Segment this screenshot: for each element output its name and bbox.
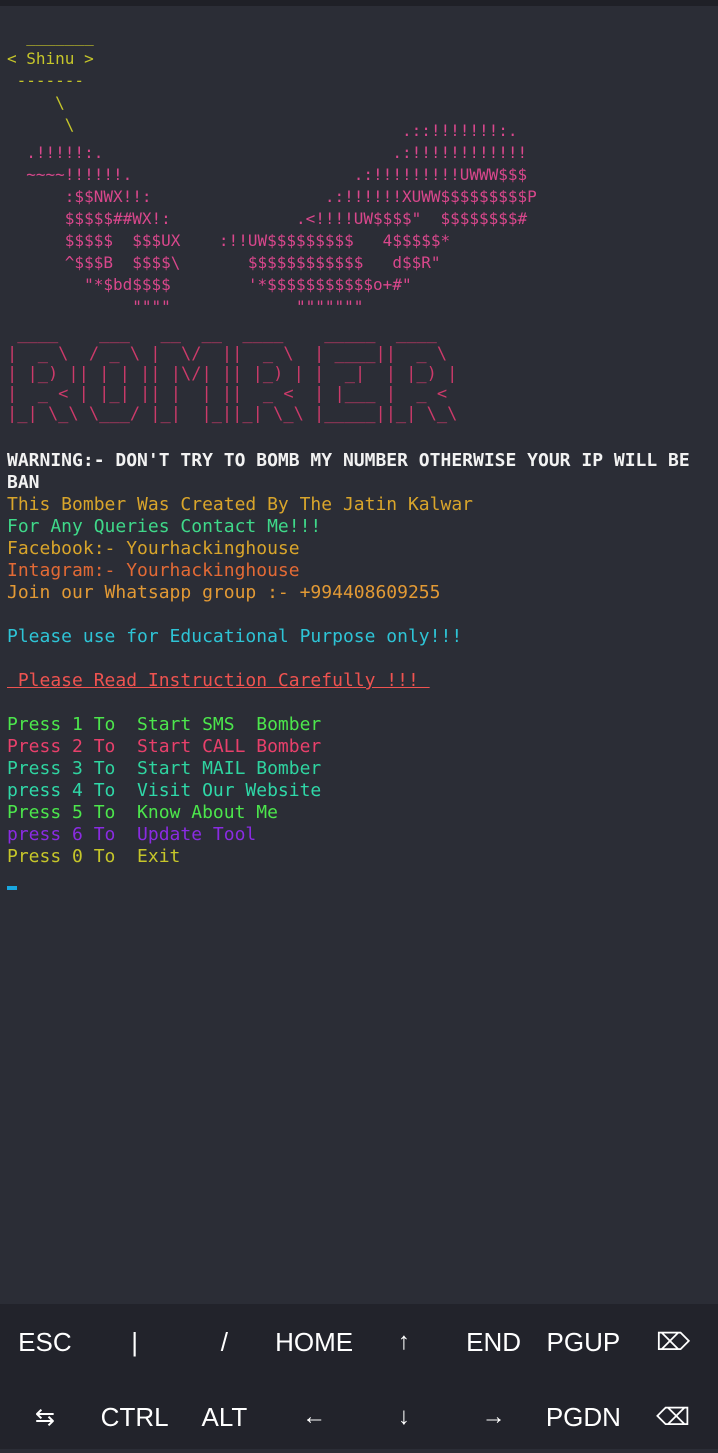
arrow-right-key[interactable]: → bbox=[449, 1381, 539, 1453]
ctrl-key[interactable]: CTRL bbox=[90, 1381, 180, 1453]
menu-option-exit: Press 0 To Exit bbox=[7, 846, 181, 867]
arrow-down-key[interactable]: ↓ bbox=[359, 1381, 449, 1453]
created-by-text: This Bomber Was Created By The Jatin Kal… bbox=[7, 494, 473, 515]
pgdn-key[interactable]: PGDN bbox=[539, 1381, 629, 1453]
terminal-output[interactable]: _______ < Shinu > ------- \ \ .::!!!!!!!… bbox=[0, 6, 718, 1304]
esc-key[interactable]: ESC bbox=[0, 1306, 90, 1378]
extra-keys-row-1: ESC | / HOME ↑ END PGUP ⌦ bbox=[0, 1306, 718, 1378]
menu-option-mail: Press 3 To Start MAIL Bomber bbox=[7, 758, 322, 779]
delete-forward-icon[interactable]: ⌦ bbox=[628, 1306, 718, 1378]
backspace-icon[interactable]: ⌫ bbox=[628, 1381, 718, 1453]
skull-ascii-art: .::!!!!!!!:. .!!!!!:. .:!!!!!!!!!!!! ~~~… bbox=[26, 121, 537, 316]
instruction-heading: Please Read Instruction Carefully !!! bbox=[7, 670, 430, 691]
warning-text: WARNING:- DON'T TRY TO BOMB MY NUMBER OT… bbox=[7, 450, 690, 493]
extra-keys-bar: ESC | / HOME ↑ END PGUP ⌦ ⇆ CTRL ALT ← ↓… bbox=[0, 1304, 718, 1449]
arrow-left-key[interactable]: ← bbox=[269, 1381, 359, 1453]
tab-key-icon[interactable]: ⇆ bbox=[0, 1381, 90, 1453]
queries-text: For Any Queries Contact Me!!! bbox=[7, 516, 322, 537]
slash-key[interactable]: / bbox=[180, 1306, 270, 1378]
instagram-text: Intagram:- Yourhackinghouse bbox=[7, 560, 300, 581]
arrow-up-key[interactable]: ↑ bbox=[359, 1306, 449, 1378]
terminal-cursor bbox=[7, 886, 17, 890]
educational-text: Please use for Educational Purpose only!… bbox=[7, 626, 463, 647]
pgup-key[interactable]: PGUP bbox=[539, 1306, 629, 1378]
facebook-text: Facebook:- Yourhackinghouse bbox=[7, 538, 300, 559]
pipe-key[interactable]: | bbox=[90, 1306, 180, 1378]
menu-option-about: Press 5 To Know About Me bbox=[7, 802, 278, 823]
whatsapp-text: Join our Whatsapp group :- +994408609255 bbox=[7, 582, 441, 603]
menu-option-call: Press 2 To Start CALL Bomber bbox=[7, 736, 322, 757]
end-key[interactable]: END bbox=[449, 1306, 539, 1378]
extra-keys-row-2: ⇆ CTRL ALT ← ↓ → PGDN ⌫ bbox=[0, 1381, 718, 1453]
alt-key[interactable]: ALT bbox=[180, 1381, 270, 1453]
home-key[interactable]: HOME bbox=[269, 1306, 359, 1378]
menu-option-website: press 4 To Visit Our Website bbox=[7, 780, 322, 801]
menu-option-update: press 6 To Update Tool bbox=[7, 824, 257, 845]
menu-option-sms: Press 1 To Start SMS Bomber bbox=[7, 714, 322, 735]
bomber-title-art: ____ ___ __ __ ____ _____ ____ | _ \ / _… bbox=[7, 324, 458, 424]
